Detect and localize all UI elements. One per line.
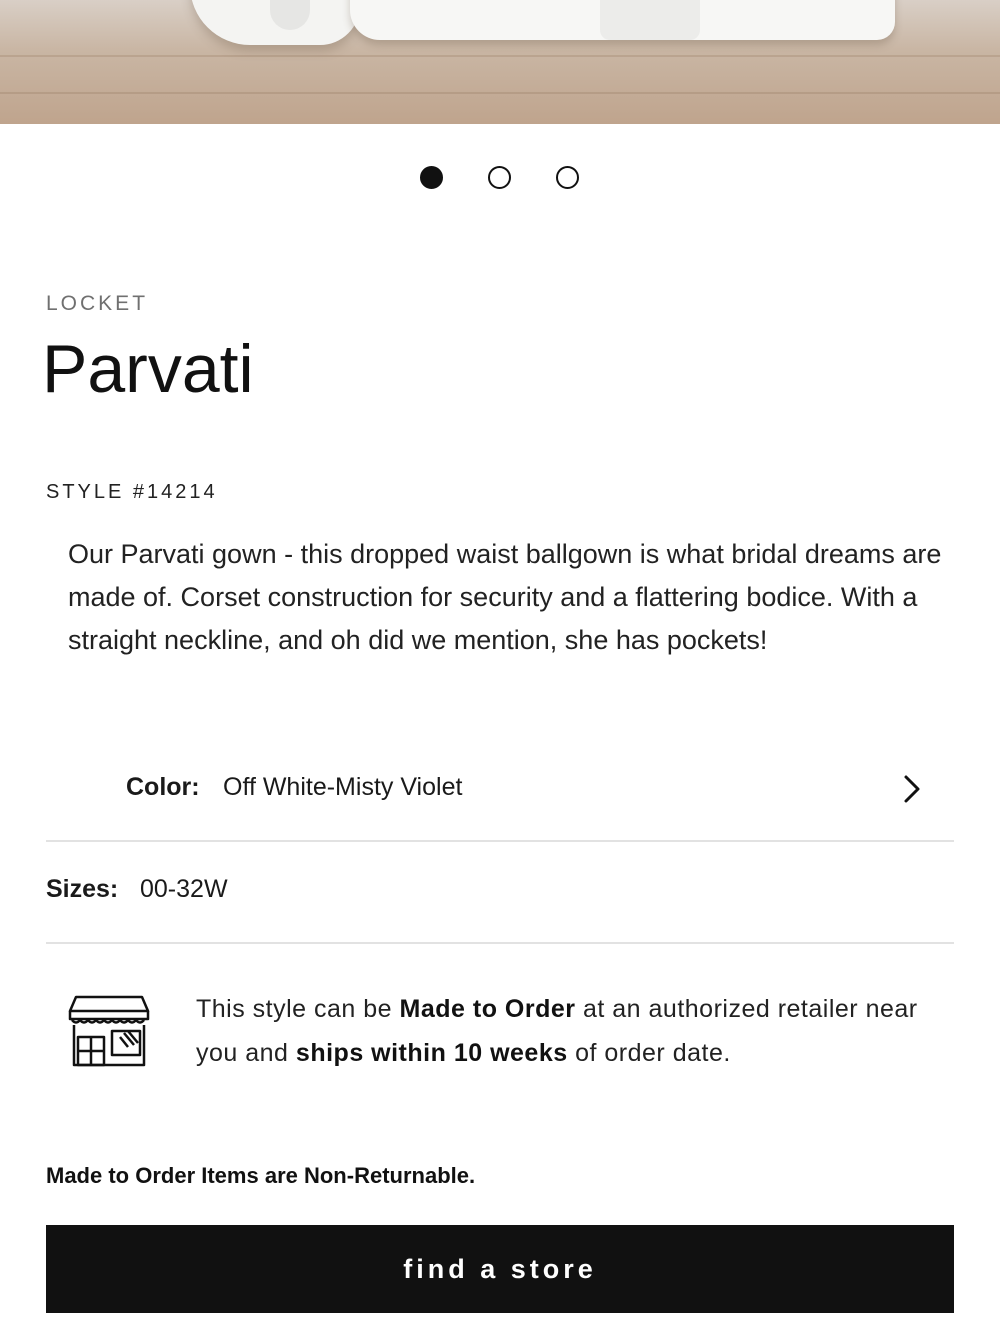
product-title: Parvati (42, 331, 254, 407)
brand-name: LOCKET (46, 292, 149, 315)
product-description: Our Parvati gown - this dropped waist ba… (68, 539, 942, 655)
style-number: STYLE #14214 (46, 481, 218, 503)
carousel-indicators (0, 166, 1000, 196)
color-label: Color: (126, 773, 200, 801)
chevron-right-icon (904, 775, 920, 803)
made-to-order-info: This style can be Made to Order at an au… (196, 987, 956, 1075)
find-a-store-button[interactable]: find a store (46, 1225, 954, 1313)
non-returnable-notice: Made to Order Items are Non-Returnable. (46, 1163, 476, 1188)
carousel-dot-3[interactable] (556, 166, 579, 189)
sizes-row: Sizes: 00-32W (46, 842, 954, 944)
mto-bold-1: Made to Order (399, 995, 576, 1023)
mto-text-1: This style can be (196, 995, 400, 1023)
carousel-dot-2[interactable] (488, 166, 511, 189)
color-selector[interactable]: Color: Off White-Misty Violet (46, 760, 954, 842)
mto-bold-2: ships within 10 weeks (295, 1039, 568, 1067)
store-icon (68, 995, 150, 1067)
sizes-label: Sizes: (46, 875, 119, 903)
carousel-dot-1[interactable] (420, 166, 443, 189)
sizes-value: 00-32W (140, 875, 228, 903)
gown-skirt-shape (600, 0, 700, 40)
product-image[interactable] (0, 0, 1000, 124)
mto-text-3: of order date. (567, 1039, 731, 1067)
floor-plank (0, 55, 1000, 57)
color-value: Off White-Misty Violet (223, 773, 463, 801)
floor-plank (0, 92, 1000, 94)
